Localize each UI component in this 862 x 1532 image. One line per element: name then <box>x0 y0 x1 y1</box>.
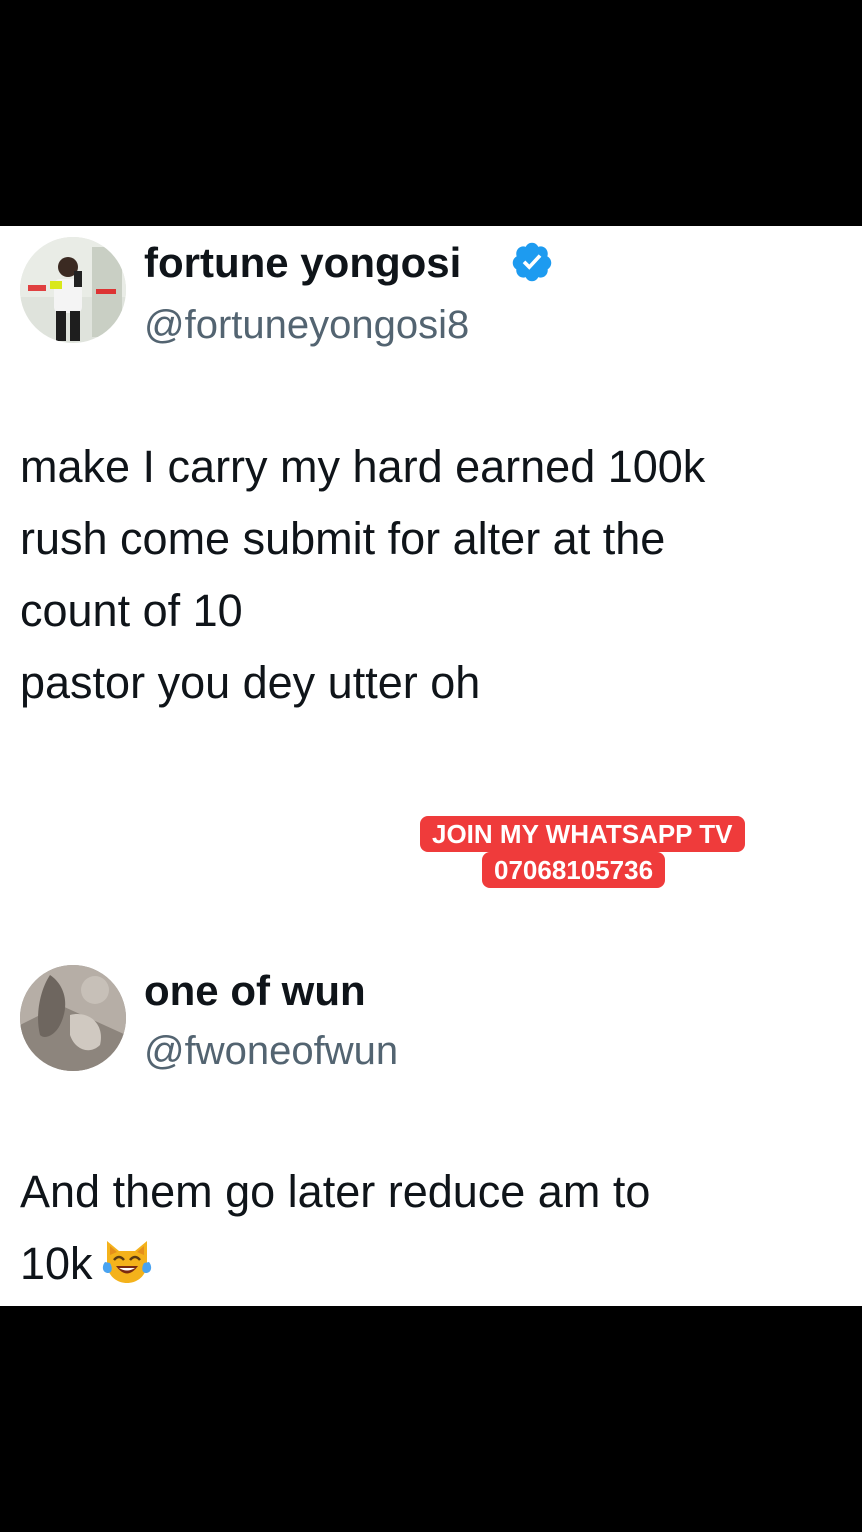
verified-badge-icon <box>512 242 552 282</box>
screenshot-card <box>0 226 862 1306</box>
tweet-text: make I carry my hard earned 100k rush co… <box>20 431 840 719</box>
handle[interactable]: @fortuneyongosi8 <box>144 305 469 345</box>
whatsapp-promo-overlay: JOIN MY WHATSAPP TV 07068105736 <box>420 816 765 888</box>
tweet-text-line-with-emoji: 10k <box>20 1228 840 1300</box>
tweet-text-line: make I carry my hard earned 100k <box>20 441 706 492</box>
promo-line-1: JOIN MY WHATSAPP TV <box>420 816 745 852</box>
avatar-one-of-wun[interactable] <box>20 965 126 1071</box>
bottom-black-bar <box>0 1306 862 1532</box>
avatar-fortune-yongosi[interactable] <box>20 237 126 343</box>
handle[interactable]: @fwoneofwun <box>144 1031 398 1071</box>
promo-line-2: 07068105736 <box>482 852 666 888</box>
tweet-text: And them go later reduce am to 10k <box>20 1156 840 1300</box>
tweet-text-line: rush come submit for alter at the <box>20 513 666 564</box>
tweet-text-line: count of 10 <box>20 585 243 636</box>
display-name[interactable]: one of wun <box>144 970 366 1012</box>
tweet-text-line: And them go later reduce am to <box>20 1166 651 1217</box>
tweet-text-line: pastor you dey utter oh <box>20 657 481 708</box>
cat-face-with-tears-of-joy-icon <box>102 1241 151 1283</box>
tweet-text-segment: 10k <box>20 1238 93 1289</box>
display-name[interactable]: fortune yongosi <box>144 242 461 284</box>
top-black-bar <box>0 0 862 226</box>
